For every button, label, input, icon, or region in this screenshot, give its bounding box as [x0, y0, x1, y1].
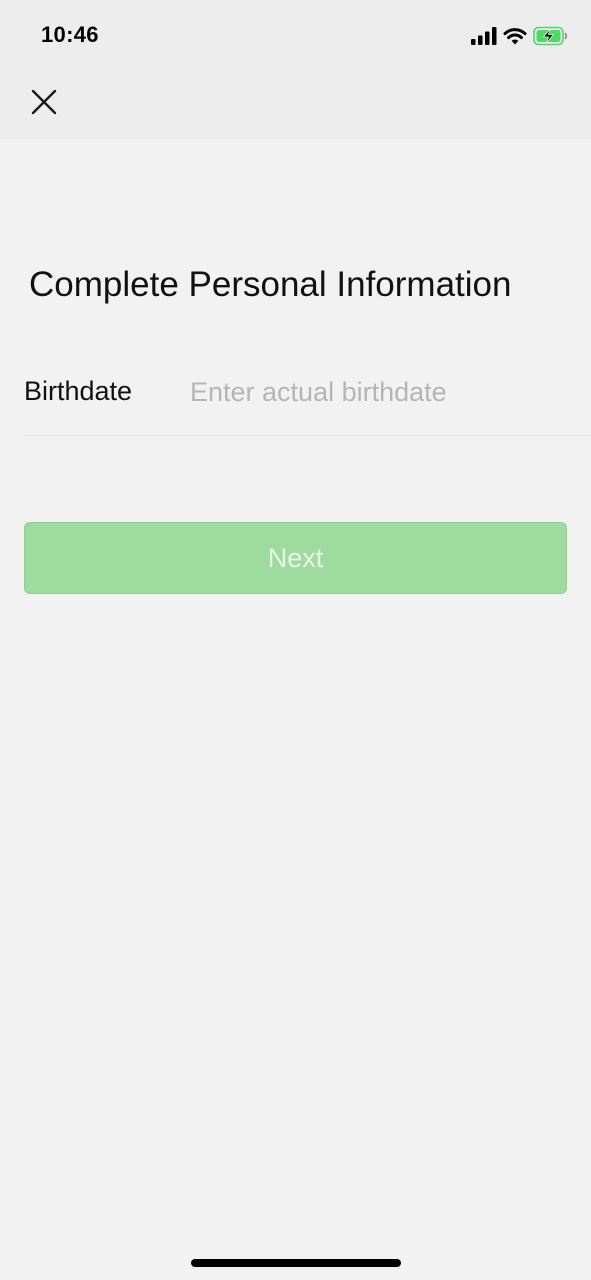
next-button[interactable]: Next	[24, 522, 567, 594]
birthdate-field-row: Birthdate	[24, 360, 591, 436]
close-button[interactable]	[22, 82, 66, 126]
signal-icon	[471, 27, 497, 45]
page-title: Complete Personal Information	[29, 265, 512, 304]
battery-charging-icon	[533, 26, 569, 46]
status-bar: 10:46	[0, 0, 591, 72]
birthdate-input[interactable]	[190, 370, 570, 414]
top-bar: 10:46	[0, 0, 591, 139]
home-indicator	[191, 1259, 401, 1267]
wifi-icon	[503, 27, 527, 45]
status-icons	[471, 25, 569, 47]
close-icon	[31, 89, 57, 120]
birthdate-label: Birthdate	[24, 376, 133, 406]
status-time: 10:46	[41, 22, 99, 47]
